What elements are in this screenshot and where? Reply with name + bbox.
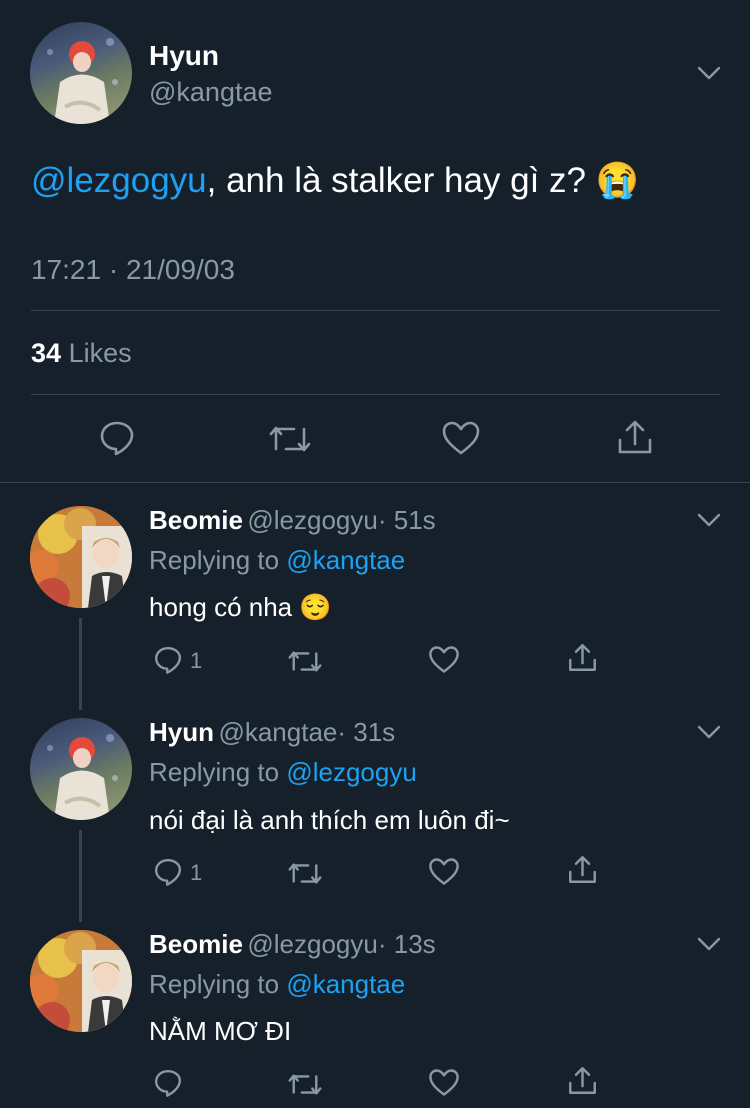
reply-text: NẰM MƠ ĐI [149, 1016, 292, 1046]
reply-text: nói đại là anh thích em luôn đi~ [149, 805, 510, 835]
reply-count: 1 [190, 860, 203, 885]
replying-prefix: Replying to [149, 545, 280, 575]
share-icon[interactable] [567, 1065, 598, 1096]
author-handle[interactable]: @kangtae [149, 77, 273, 108]
reply-age: · 31s [337, 717, 396, 747]
divider [31, 394, 720, 395]
heart-icon[interactable] [428, 645, 460, 674]
reply-body: hong có nha [149, 592, 293, 622]
thread-line [79, 618, 82, 710]
replying-to: Replying to @kangtae [149, 545, 405, 576]
replying-to-link[interactable]: @lezgogyu [286, 757, 416, 787]
likes-count: 34 [31, 338, 62, 368]
reply-icon[interactable] [153, 857, 183, 887]
chevron-down-icon[interactable] [697, 725, 721, 739]
section-divider [0, 482, 750, 483]
avatar[interactable] [30, 506, 132, 608]
reply-icon[interactable] [153, 645, 183, 675]
divider [31, 310, 720, 311]
author-name[interactable]: Hyun [149, 40, 219, 72]
reply-header: Beomie @lezgogyu· 51s [149, 505, 436, 536]
avatar[interactable] [30, 718, 132, 820]
replying-prefix: Replying to [149, 757, 280, 787]
retweet-icon[interactable] [287, 859, 323, 888]
author-handle[interactable]: @kangtae [218, 717, 337, 747]
reply-text: hong có nha 😌 [149, 592, 332, 623]
relieved-emoji: 😌 [299, 592, 332, 622]
timestamp[interactable]: 17:21 · 21/09/03 [31, 254, 235, 286]
author-name[interactable]: Beomie [149, 929, 243, 959]
replying-to-link[interactable]: @kangtae [286, 969, 405, 999]
avatar[interactable] [30, 930, 132, 1032]
reply-age: · 13s [377, 929, 436, 959]
chevron-down-icon[interactable] [697, 66, 721, 80]
reply-count: 1 [190, 648, 203, 673]
crying-emoji: 😭 [595, 161, 640, 200]
share-icon[interactable] [567, 854, 598, 885]
replying-to: Replying to @kangtae [149, 969, 405, 1000]
avatar[interactable] [30, 22, 132, 124]
reply-header: Hyun @kangtae· 31s [149, 717, 395, 748]
likes-stat[interactable]: 34 Likes [31, 338, 132, 369]
replying-to-link[interactable]: @kangtae [286, 545, 405, 575]
heart-icon[interactable] [428, 857, 460, 886]
reply-icon[interactable] [153, 1068, 183, 1098]
chevron-down-icon[interactable] [697, 513, 721, 527]
tweet-text: @lezgogyu, anh là stalker hay gì z? 😭 [31, 160, 639, 201]
reply-header: Beomie @lezgogyu· 13s [149, 929, 436, 960]
replying-to: Replying to @lezgogyu [149, 757, 417, 788]
author-name[interactable]: Beomie [149, 505, 243, 535]
reply-age: · 51s [377, 505, 436, 535]
heart-icon[interactable] [428, 1068, 460, 1097]
chevron-down-icon[interactable] [697, 937, 721, 951]
thread-line [79, 830, 82, 922]
share-icon[interactable] [567, 642, 598, 673]
share-icon[interactable] [616, 418, 654, 456]
retweet-icon[interactable] [287, 1070, 323, 1099]
reply-icon[interactable] [98, 419, 136, 457]
mention-link[interactable]: @lezgogyu [31, 161, 207, 200]
author-handle[interactable]: @lezgogyu [247, 505, 377, 535]
replying-prefix: Replying to [149, 969, 280, 999]
likes-label: Likes [68, 338, 132, 368]
tweet-body: , anh là stalker hay gì z? [206, 161, 587, 200]
retweet-icon[interactable] [287, 647, 323, 676]
author-name[interactable]: Hyun [149, 717, 214, 747]
author-handle[interactable]: @lezgogyu [247, 929, 377, 959]
heart-icon[interactable] [441, 420, 481, 456]
retweet-icon[interactable] [268, 421, 312, 457]
